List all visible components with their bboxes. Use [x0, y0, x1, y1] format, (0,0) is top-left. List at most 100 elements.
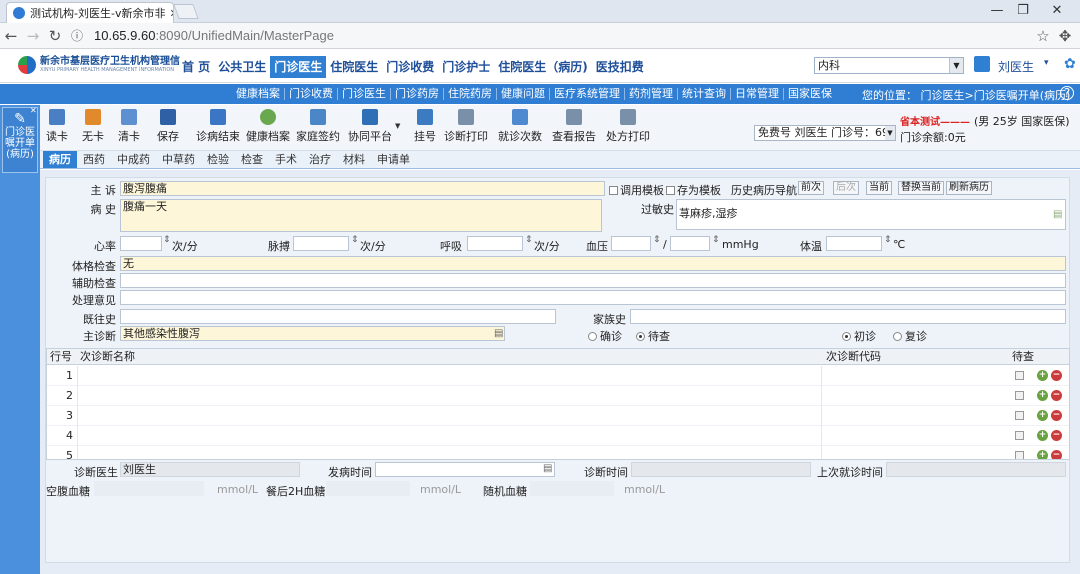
- minimize-icon[interactable]: —: [986, 3, 1008, 18]
- subnav-statistics[interactable]: 统计查询: [678, 88, 731, 100]
- heart-rate-input[interactable]: [120, 236, 162, 251]
- close-icon[interactable]: ✕: [30, 106, 37, 115]
- return-visit-radio[interactable]: 复诊: [893, 328, 927, 344]
- health-record-button[interactable]: 健康档案: [246, 109, 290, 144]
- save-button[interactable]: 保存: [157, 109, 179, 144]
- prev-visit-button[interactable]: 前次: [798, 181, 824, 195]
- bookmark-star-icon[interactable]: ☆: [1032, 27, 1054, 45]
- diagnosis-print-button[interactable]: 诊断打印: [444, 109, 488, 144]
- family-history-input[interactable]: [630, 309, 1066, 324]
- table-row[interactable]: 3 + −: [47, 406, 1069, 426]
- main-diagnosis-input[interactable]: 其他感染性腹泻: [120, 326, 505, 341]
- add-row-icon[interactable]: +: [1037, 450, 1048, 459]
- menu-inpatient-records[interactable]: 住院医生（病历): [494, 56, 592, 78]
- tab-examination[interactable]: 检查: [235, 151, 269, 168]
- allergy-input[interactable]: 荨麻疹,湿疹: [676, 199, 1066, 230]
- remove-row-icon[interactable]: −: [1051, 390, 1062, 401]
- pulse-input[interactable]: [293, 236, 349, 251]
- diagnosis-picker-icon[interactable]: ▤: [494, 328, 503, 339]
- allergy-edit-icon[interactable]: ▤: [1053, 209, 1062, 220]
- tab-request[interactable]: 申请单: [371, 151, 416, 168]
- visit-count-button[interactable]: 就诊次数: [498, 109, 542, 144]
- menu-inpatient-doctor[interactable]: 住院医生: [326, 56, 382, 78]
- close-tab-icon[interactable]: ✕: [165, 7, 173, 20]
- family-sign-button[interactable]: 家庭签约: [296, 109, 340, 144]
- table-row[interactable]: 2 + −: [47, 386, 1069, 406]
- pending-radio[interactable]: 待查: [636, 328, 670, 344]
- register-button[interactable]: 挂号: [414, 109, 436, 144]
- tab-material[interactable]: 材料: [337, 151, 371, 168]
- url-field[interactable]: 10.65.9.60:8090/UnifiedMain/MasterPage: [94, 28, 334, 43]
- subnav-inpatient-pharmacy[interactable]: 住院药房: [444, 88, 497, 100]
- collab-platform-button[interactable]: 协同平台: [348, 109, 392, 144]
- pending-checkbox[interactable]: [1015, 411, 1024, 420]
- subnav-outpatient-pharmacy[interactable]: 门诊药房: [391, 88, 444, 100]
- diastolic-spinner-icon[interactable]: ⇕: [712, 235, 720, 245]
- confirmed-radio[interactable]: 确诊: [588, 328, 622, 344]
- table-row[interactable]: 4 + −: [47, 426, 1069, 446]
- onset-time-input[interactable]: [375, 462, 555, 477]
- temperature-spinner-icon[interactable]: ⇕: [884, 235, 892, 245]
- menu-outpatient-doctor[interactable]: 门诊医生: [270, 56, 327, 78]
- subnav-daily-admin[interactable]: 日常管理: [731, 88, 784, 100]
- subnav-outpatient-doctor[interactable]: 门诊医生: [338, 88, 391, 100]
- user-name[interactable]: 刘医生: [998, 58, 1034, 75]
- tab-surgery[interactable]: 手术: [269, 151, 303, 168]
- current-visit-button[interactable]: 当前: [866, 181, 892, 195]
- save-template-checkbox[interactable]: 存为模板: [666, 182, 721, 198]
- add-row-icon[interactable]: +: [1037, 410, 1048, 421]
- fasting-glucose-input[interactable]: [94, 481, 204, 496]
- aux-exam-input[interactable]: [120, 273, 1066, 288]
- prescription-print-button[interactable]: 处方打印: [606, 109, 650, 144]
- help-icon[interactable]: ?: [1060, 86, 1074, 100]
- reload-icon[interactable]: ↻: [44, 27, 66, 45]
- gear-icon[interactable]: ✿: [1064, 56, 1076, 72]
- heart-rate-spinner-icon[interactable]: ⇕: [163, 235, 171, 245]
- remove-row-icon[interactable]: −: [1051, 410, 1062, 421]
- systolic-input[interactable]: [611, 236, 651, 251]
- subnav-health-records[interactable]: 健康档案: [232, 88, 285, 100]
- user-menu-chevron-icon[interactable]: ▾: [1044, 58, 1049, 68]
- menu-medtech-billing[interactable]: 医技扣费: [592, 56, 648, 78]
- subnav-health-issues[interactable]: 健康问题: [497, 88, 550, 100]
- restore-icon[interactable]: ❐: [1012, 3, 1034, 18]
- tab-western-medicine[interactable]: 西药: [77, 151, 111, 168]
- no-card-button[interactable]: 无卡: [82, 109, 104, 144]
- table-row[interactable]: 5 + −: [47, 446, 1069, 459]
- respiration-spinner-icon[interactable]: ⇕: [525, 235, 533, 245]
- diastolic-input[interactable]: [670, 236, 710, 251]
- menu-outpatient-nurse[interactable]: 门诊护士: [438, 56, 494, 78]
- tab-lab-test[interactable]: 检验: [201, 151, 235, 168]
- physical-exam-input[interactable]: 无: [120, 256, 1066, 271]
- remove-row-icon[interactable]: −: [1051, 450, 1062, 459]
- menu-home[interactable]: 首 页: [178, 56, 214, 78]
- subnav-outpatient-billing[interactable]: 门诊收费: [285, 88, 338, 100]
- add-row-icon[interactable]: +: [1037, 370, 1048, 381]
- menu-outpatient-billing[interactable]: 门诊收费: [382, 56, 438, 78]
- respiration-input[interactable]: [467, 236, 523, 251]
- tab-patent-medicine[interactable]: 中成药: [111, 151, 156, 168]
- postprandial-glucose-input[interactable]: [326, 481, 410, 496]
- end-visit-button[interactable]: 诊病结束: [196, 109, 240, 144]
- refresh-record-button[interactable]: 刷新病历: [946, 181, 992, 195]
- tab-medical-record[interactable]: 病历: [43, 151, 77, 168]
- pending-checkbox[interactable]: [1015, 431, 1024, 440]
- clear-card-button[interactable]: 清卡: [118, 109, 140, 144]
- use-template-checkbox[interactable]: 调用模板: [609, 182, 664, 198]
- tab-herbal-medicine[interactable]: 中草药: [156, 151, 201, 168]
- patient-select[interactable]: 免费号 刘医生 门诊号：69 ▼: [754, 125, 896, 141]
- temperature-input[interactable]: [826, 236, 882, 251]
- read-card-button[interactable]: 读卡: [46, 109, 68, 144]
- past-history-input[interactable]: [120, 309, 556, 324]
- tab-treatment[interactable]: 治疗: [303, 151, 337, 168]
- remove-row-icon[interactable]: −: [1051, 370, 1062, 381]
- add-row-icon[interactable]: +: [1037, 390, 1048, 401]
- extension-icon[interactable]: ✥: [1054, 27, 1076, 45]
- pending-checkbox[interactable]: [1015, 371, 1024, 380]
- history-input[interactable]: 腹痛一天: [120, 199, 602, 232]
- treatment-opinion-input[interactable]: [120, 290, 1066, 305]
- subnav-pharmacy-admin[interactable]: 药剂管理: [625, 88, 678, 100]
- chief-complaint-input[interactable]: 腹泻腹痛: [120, 181, 605, 196]
- first-visit-radio[interactable]: 初诊: [842, 328, 876, 344]
- browser-tab[interactable]: 测试机构-刘医生-v新余市非 ✕: [6, 2, 174, 23]
